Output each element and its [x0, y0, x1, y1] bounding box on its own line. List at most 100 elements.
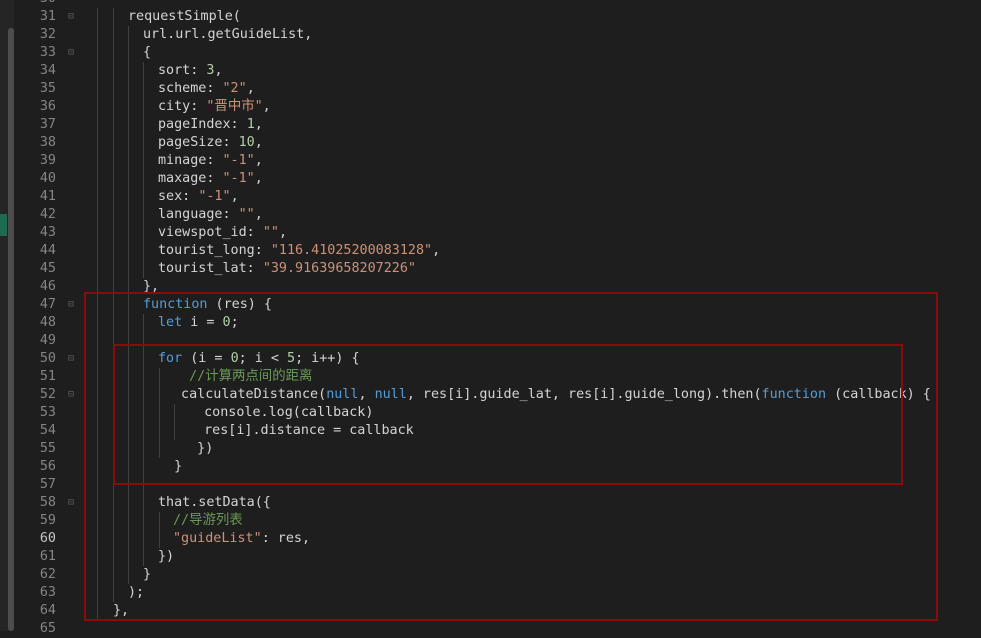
line-number: 30 [14, 0, 56, 8]
code-token: tourist_long: [158, 243, 271, 258]
line-number: 55 [39, 441, 56, 456]
code-line[interactable]: 33 ⊟ { [14, 44, 981, 62]
line-number: 58 [39, 495, 56, 510]
indent-guide [97, 260, 98, 278]
code-line[interactable]: 43 viewspot_id: "", [14, 224, 981, 242]
code-token: , [254, 207, 263, 222]
code-line[interactable]: 36 city: "晋中市", [14, 98, 981, 116]
code-text: viewspot_id: "", [158, 224, 287, 242]
line-number: 49 [39, 333, 56, 348]
indent-guide [113, 224, 114, 242]
fold-toggle-icon[interactable]: ⊟ [64, 386, 78, 404]
indent-guide [113, 152, 114, 170]
indent-guide [97, 152, 98, 170]
indent-guide [97, 134, 98, 152]
code-token: "-1" [198, 189, 231, 204]
line-number: 50 [39, 351, 56, 366]
highlight-box-for-loop [113, 344, 903, 485]
indent-guide [128, 134, 129, 152]
code-token: pageSize: [158, 135, 239, 150]
fold-toggle-icon[interactable]: ⊟ [64, 350, 78, 368]
code-token: pageIndex: [158, 117, 247, 132]
code-token: 1 [246, 117, 255, 132]
fold-toggle-icon[interactable]: ⊟ [64, 494, 78, 512]
line-number: 38 [39, 135, 56, 150]
code-token: , [432, 243, 441, 258]
code-token: , [254, 171, 263, 186]
line-number: 33 [39, 45, 56, 60]
line-number: 35 [39, 81, 56, 96]
line-number: 39 [39, 153, 56, 168]
git-change-marker [0, 214, 7, 236]
code-line[interactable]: 32 url.url.getGuideList, [14, 26, 981, 44]
indent-guide [113, 98, 114, 116]
code-token: minage: [158, 153, 223, 168]
indent-guide [97, 242, 98, 260]
indent-guide [143, 170, 144, 188]
code-text: pageSize: 10, [158, 134, 263, 152]
indent-guide [128, 44, 129, 62]
code-text: tourist_long: "116.41025200083128", [158, 242, 440, 260]
code-line[interactable]: 30 [14, 0, 981, 8]
line-number: 43 [39, 225, 56, 240]
indent-guide [113, 116, 114, 134]
line-number: 40 [39, 171, 56, 186]
code-token: , [254, 117, 263, 132]
code-line[interactable]: 41 sex: "-1", [14, 188, 981, 206]
indent-guide [143, 116, 144, 134]
line-number: 64 [39, 603, 56, 618]
line-number: 32 [39, 27, 56, 42]
indent-guide [128, 188, 129, 206]
code-line[interactable]: 40 maxage: "-1", [14, 170, 981, 188]
line-number: 65 [39, 621, 56, 636]
line-number: 42 [39, 207, 56, 222]
code-text: pageIndex: 1, [158, 116, 263, 134]
code-text: scheme: "2", [158, 80, 255, 98]
code-text: sex: "-1", [158, 188, 239, 206]
code-token: "" [238, 207, 255, 222]
indent-guide [128, 26, 129, 44]
code-line[interactable]: 35 scheme: "2", [14, 80, 981, 98]
code-line[interactable]: 31 ⊟ requestSimple( [14, 8, 981, 26]
code-token: scheme: [158, 81, 223, 96]
fold-toggle-icon[interactable]: ⊟ [64, 8, 78, 26]
line-number: 48 [39, 315, 56, 330]
indent-guide [128, 206, 129, 224]
indent-guide [143, 152, 144, 170]
code-line[interactable]: 37 pageIndex: 1, [14, 116, 981, 134]
code-token: language: [158, 207, 239, 222]
code-token: 10 [238, 135, 255, 150]
vertical-scrollbar[interactable] [0, 0, 14, 631]
line-number: 46 [39, 279, 56, 294]
code-token: "晋中市" [206, 99, 263, 114]
fold-toggle-icon[interactable]: ⊟ [64, 296, 78, 314]
indent-guide [143, 224, 144, 242]
code-token: , [254, 135, 263, 150]
code-line[interactable]: 65 [14, 620, 981, 638]
line-number: 59 [39, 513, 56, 528]
code-line[interactable]: 42 language: "", [14, 206, 981, 224]
code-line[interactable]: 45 tourist_lat: "39.91639658207226" [14, 260, 981, 278]
code-token: , [278, 225, 287, 240]
line-number: 53 [39, 405, 56, 420]
indent-guide [128, 62, 129, 80]
indent-guide [113, 8, 114, 26]
code-token: { [143, 45, 152, 60]
code-text: maxage: "-1", [158, 170, 263, 188]
indent-guide [143, 62, 144, 80]
code-token: "-1" [222, 153, 255, 168]
line-number: 62 [39, 567, 56, 582]
line-number: 57 [39, 477, 56, 492]
code-token: "" [262, 225, 279, 240]
fold-toggle-icon[interactable]: ⊟ [64, 44, 78, 62]
indent-guide [113, 134, 114, 152]
code-token: , [254, 153, 263, 168]
code-token: viewspot_id: [158, 225, 263, 240]
code-line[interactable]: 44 tourist_long: "116.41025200083128", [14, 242, 981, 260]
code-line[interactable]: 34 sort: 3, [14, 62, 981, 80]
indent-guide [113, 260, 114, 278]
code-line[interactable]: 39 minage: "-1", [14, 152, 981, 170]
line-number: 36 [39, 99, 56, 114]
code-line[interactable]: 38 pageSize: 10, [14, 134, 981, 152]
line-number: 44 [39, 243, 56, 258]
